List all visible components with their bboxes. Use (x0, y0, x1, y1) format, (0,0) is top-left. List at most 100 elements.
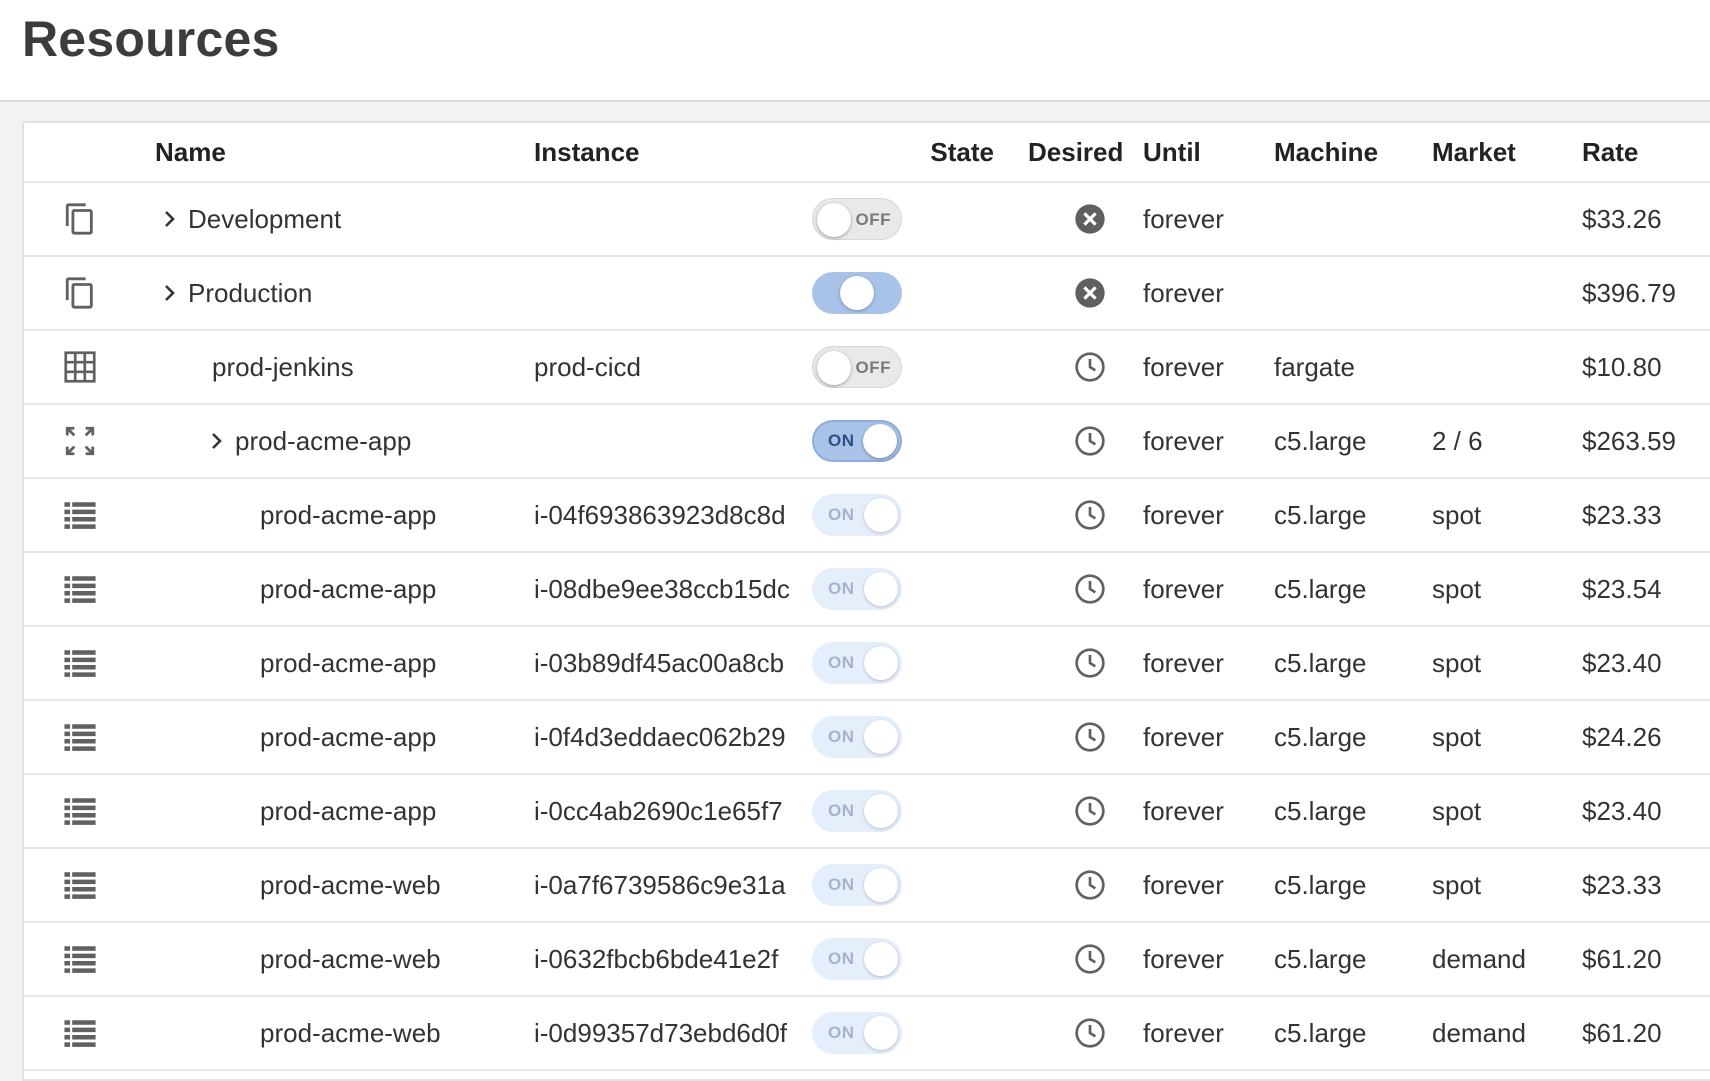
table-row[interactable]: prod-acme-web i-0632fbcb6bde41e2f ON for… (24, 923, 1710, 997)
resource-name-label: prod-acme-app (260, 499, 437, 530)
clock-icon[interactable] (1040, 405, 1140, 477)
machine-type: c5.large (1274, 795, 1367, 826)
column-header-machine[interactable]: Machine (1274, 123, 1378, 181)
state-cell: ON (812, 775, 902, 847)
state-toggle-knob (864, 572, 898, 606)
clock-icon[interactable] (1040, 923, 1140, 995)
column-header-name[interactable]: Name (155, 123, 226, 181)
table-row[interactable]: prod-acme-app i-03b89df45ac00a8cb ON for… (24, 627, 1710, 701)
market-value: spot (1432, 573, 1482, 604)
state-toggle[interactable]: OFF (812, 198, 902, 240)
clock-icon[interactable] (1040, 627, 1140, 699)
state-toggle[interactable]: ON (812, 716, 902, 758)
until-value[interactable]: forever (1143, 553, 1224, 625)
chevron-right-icon[interactable] (163, 208, 185, 230)
table-row[interactable]: prod-jenkins prod-cicd OFF forever farga… (24, 331, 1710, 405)
column-header-market[interactable]: Market (1432, 123, 1516, 181)
until-value[interactable]: forever (1143, 997, 1224, 1069)
machine-type: c5.large (1274, 573, 1367, 604)
state-toggle[interactable]: OFF (812, 346, 902, 388)
machine-type: c5.large (1274, 425, 1367, 456)
table-row[interactable]: prod-acme-web i-0d99357d73ebd6d0f ON for… (24, 997, 1710, 1071)
table-row[interactable]: prod-acme-app i-0cc4ab2690c1e65f7 ON for… (24, 775, 1710, 849)
until-value[interactable]: forever (1143, 405, 1224, 477)
state-toggle[interactable]: ON (812, 790, 902, 832)
until-value[interactable]: forever (1143, 479, 1224, 551)
state-cell: ON (812, 479, 902, 551)
state-toggle-knob (864, 1016, 898, 1050)
table-row[interactable]: prod-acme-app i-04f693863923d8c8d ON for… (24, 479, 1710, 553)
state-toggle[interactable]: ON (812, 420, 902, 462)
column-header-desired[interactable]: Desired (1028, 123, 1123, 181)
clock-icon[interactable] (1040, 701, 1140, 773)
column-header-until[interactable]: Until (1143, 123, 1201, 181)
clock-icon[interactable] (1040, 479, 1140, 551)
clock-icon[interactable] (1040, 553, 1140, 625)
state-toggle[interactable]: ON (812, 642, 902, 684)
state-toggle[interactable]: ON (812, 864, 902, 906)
table-row[interactable]: prod-acme-web i-0a7f6739586c9e31a ON for… (24, 849, 1710, 923)
clock-icon[interactable] (1040, 849, 1140, 921)
state-cell: ON (812, 997, 902, 1069)
rate-value: $23.33 (1582, 869, 1662, 900)
state-toggle-label: ON (828, 801, 855, 820)
machine-type: c5.large (1274, 499, 1367, 530)
state-toggle-knob (864, 646, 898, 680)
clock-icon[interactable] (1040, 775, 1140, 847)
table-row[interactable]: Development OFF forever $33.26 (24, 183, 1710, 257)
instance-id: i-03b89df45ac00a8cb (534, 647, 785, 678)
state-toggle-label: OFF (855, 210, 891, 229)
clock-icon[interactable] (1040, 331, 1140, 403)
table-row[interactable]: prod-acme-app i-0f4d3eddaec062b29 ON for… (24, 701, 1710, 775)
resource-name-label: prod-acme-app (260, 573, 437, 604)
table-row[interactable]: Production forever $396.79 (24, 257, 1710, 331)
market-value: spot (1432, 499, 1482, 530)
state-toggle-label: OFF (855, 358, 891, 377)
column-header-state[interactable]: State (844, 123, 994, 181)
until-value[interactable]: forever (1143, 627, 1224, 699)
state-toggle[interactable]: ON (812, 568, 902, 610)
until-value[interactable]: forever (1143, 849, 1224, 921)
clock-icon[interactable] (1040, 997, 1140, 1069)
resource-name-label: prod-acme-app (260, 721, 437, 752)
instance-id: i-0a7f6739586c9e31a (534, 869, 786, 900)
state-toggle[interactable] (812, 272, 902, 314)
table-row[interactable]: prod-acme-app ON forever c5.large 2 / 6 … (24, 405, 1710, 479)
until-value[interactable]: forever (1143, 701, 1224, 773)
state-toggle[interactable]: ON (812, 1012, 902, 1054)
rate-value: $24.26 (1582, 721, 1662, 752)
state-toggle-label: ON (828, 653, 855, 672)
resource-name: Development (163, 183, 341, 255)
column-header-instance[interactable]: Instance (534, 123, 640, 181)
state-toggle-knob (864, 868, 898, 902)
state-toggle-label: ON (828, 875, 855, 894)
machine-type: fargate (1274, 351, 1355, 382)
copy-icon (60, 183, 100, 255)
until-value[interactable]: forever (1143, 923, 1224, 995)
state-toggle[interactable]: ON (812, 938, 902, 980)
until-value[interactable]: forever (1143, 257, 1224, 329)
resource-name-label: prod-acme-app (260, 647, 437, 678)
until-value[interactable]: forever (1143, 775, 1224, 847)
state-toggle[interactable]: ON (812, 494, 902, 536)
column-header-rate[interactable]: Rate (1582, 123, 1638, 181)
table-row[interactable]: prod-acme-app i-08dbe9ee38ccb15dc ON for… (24, 553, 1710, 627)
list-icon (60, 479, 100, 551)
rate-value: $23.54 (1582, 573, 1662, 604)
list-icon (60, 997, 100, 1069)
until-value[interactable]: forever (1143, 183, 1224, 255)
resource-name-label: Production (188, 277, 313, 308)
rate-value: $61.20 (1582, 943, 1662, 974)
state-toggle-knob (864, 942, 898, 976)
chevron-right-icon[interactable] (210, 430, 232, 452)
cancel-circle-icon[interactable] (1040, 257, 1140, 329)
until-value[interactable]: forever (1143, 331, 1224, 403)
rate-value: $263.59 (1582, 425, 1676, 456)
machine-type: c5.large (1274, 1017, 1367, 1048)
chevron-right-icon[interactable] (163, 282, 185, 304)
page-header: Resources (0, 0, 1710, 102)
market-value: demand (1432, 943, 1526, 974)
resource-name-label: prod-acme-web (260, 869, 441, 900)
market-value: demand (1432, 1017, 1526, 1048)
cancel-circle-icon[interactable] (1040, 183, 1140, 255)
